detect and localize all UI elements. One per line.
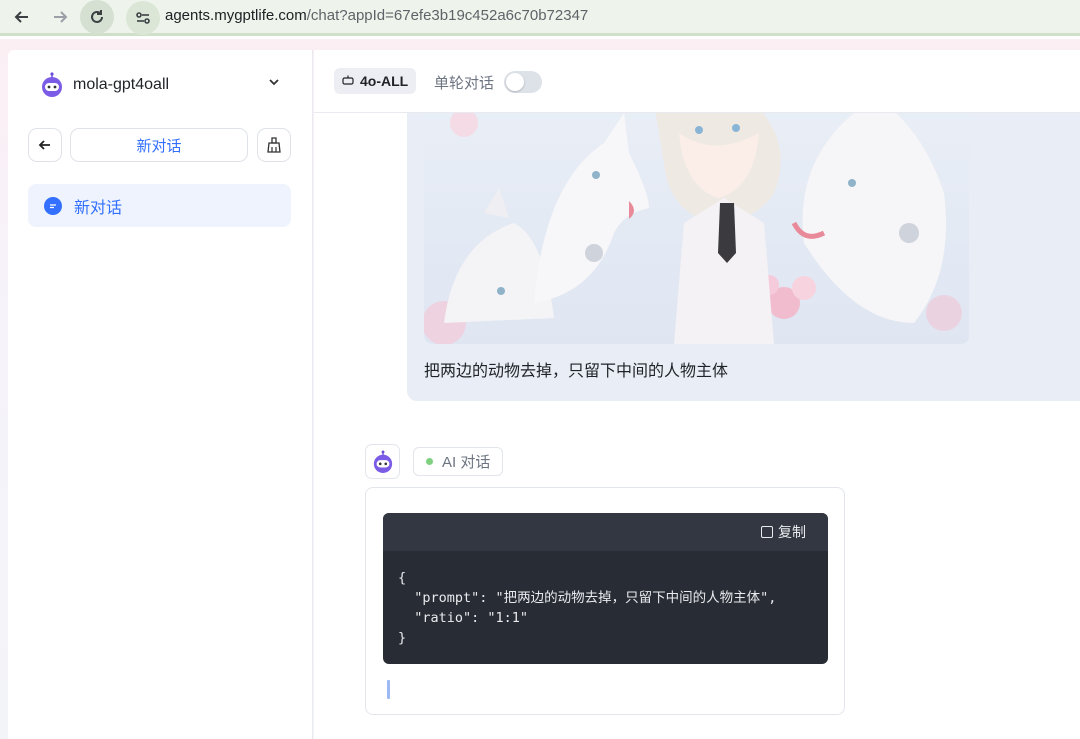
address-bar[interactable]: agents.mygptlife.com/chat?appId=67efe3b1… xyxy=(165,7,588,24)
sidebar: mola-gpt4oall 新对话 新对话 xyxy=(8,50,313,739)
clear-history-button[interactable] xyxy=(257,128,291,162)
code-block: 复制 { "prompt": "把两边的动物去掉，只留下中间的人物主体", "r… xyxy=(383,513,828,664)
reload-icon[interactable] xyxy=(80,0,114,34)
single-turn-toggle[interactable] xyxy=(504,71,542,93)
code-line: { xyxy=(398,570,407,586)
app-switcher[interactable]: mola-gpt4oall xyxy=(40,70,290,100)
arrow-left-icon xyxy=(38,140,50,150)
ai-tag-label: AI 对话 xyxy=(442,454,491,471)
history-item-label: 新对话 xyxy=(74,199,123,217)
code-line: } xyxy=(398,630,407,646)
user-message-bubble: 把两边的动物去掉，只留下中间的人物主体 xyxy=(407,113,1080,401)
forward-arrow-icon[interactable] xyxy=(46,3,74,31)
code-block-header: 复制 xyxy=(383,513,828,551)
broom-icon xyxy=(267,137,281,153)
typing-cursor xyxy=(387,680,390,699)
code-content: { "prompt": "把两边的动物去掉，只留下中间的人物主体", "rati… xyxy=(383,551,828,648)
uploaded-anime-image[interactable] xyxy=(424,113,969,344)
site-settings-icon[interactable] xyxy=(126,1,160,35)
url-host: agents.mygptlife.com xyxy=(165,7,307,24)
code-line: "prompt": "把两边的动物去掉，只留下中间的人物主体", xyxy=(398,590,777,606)
copy-button[interactable]: 复制 xyxy=(778,522,806,542)
ai-avatar xyxy=(365,444,400,479)
back-button[interactable] xyxy=(28,128,62,162)
single-turn-label: 单轮对话 xyxy=(434,75,495,92)
code-line: "ratio": "1:1" xyxy=(398,610,529,626)
robot-avatar-icon xyxy=(40,72,64,98)
model-label: 4o-ALL xyxy=(360,73,409,89)
app-name: mola-gpt4oall xyxy=(73,76,170,93)
ai-mode-tag: AI 对话 xyxy=(413,447,504,476)
new-chat-button[interactable]: 新对话 xyxy=(70,128,248,162)
user-message-text: 把两边的动物去掉，只留下中间的人物主体 xyxy=(424,363,729,380)
history-item-new-chat[interactable]: 新对话 xyxy=(28,184,291,227)
ai-message-bubble: 复制 { "prompt": "把两边的动物去掉，只留下中间的人物主体", "r… xyxy=(365,487,845,715)
sidebar-controls: 新对话 xyxy=(28,128,292,162)
chevron-down-icon[interactable] xyxy=(268,76,280,90)
robot-small-icon xyxy=(342,75,354,88)
url-path: /chat?appId=67efe3b19c452a6c70b72347 xyxy=(306,7,589,24)
toggle-knob xyxy=(506,73,524,91)
copy-icon[interactable] xyxy=(761,526,773,538)
model-badge[interactable]: 4o-ALL xyxy=(334,68,417,94)
chat-main: 4o-ALL 单轮对话 把两边的动物去掉，只留下中间的人物主体 AI 对话 复制… xyxy=(314,50,1080,739)
chat-bubble-icon xyxy=(44,196,62,215)
chat-header: 4o-ALL 单轮对话 xyxy=(314,50,1080,113)
browser-toolbar: agents.mygptlife.com/chat?appId=67efe3b1… xyxy=(0,0,1080,36)
robot-avatar-icon xyxy=(373,449,392,473)
back-arrow-icon[interactable] xyxy=(8,3,36,31)
status-dot xyxy=(426,458,433,465)
chat-scroll-area[interactable]: 把两边的动物去掉，只留下中间的人物主体 AI 对话 复制 {"prompt":… xyxy=(314,113,1080,739)
